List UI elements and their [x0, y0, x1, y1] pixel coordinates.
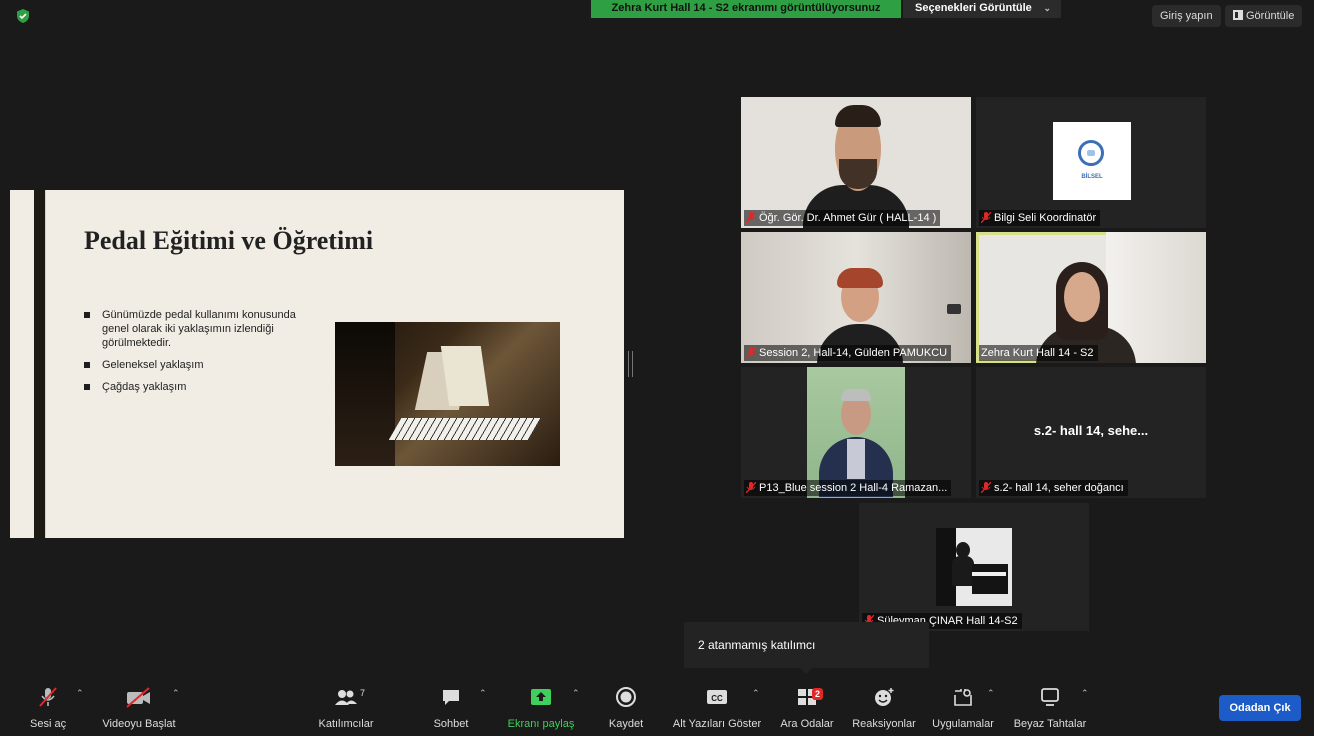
start-video-button[interactable]: Videoyu Başlat	[100, 686, 178, 730]
piano-image	[335, 322, 560, 466]
record-button[interactable]: Kaydet	[606, 686, 646, 730]
shared-screen-slide: Pedal Eğitimi ve Öğretimi Günümüzde peda…	[10, 190, 624, 538]
participants-icon	[335, 690, 357, 705]
mic-muted-icon	[39, 687, 57, 707]
breakout-rooms-button[interactable]: 2 Ara Odalar	[778, 686, 836, 730]
mic-muted-icon	[981, 212, 991, 223]
view-button[interactable]: Görüntüle	[1225, 5, 1303, 27]
breakout-badge: 2	[812, 688, 824, 700]
video-tile-ramazan[interactable]: P13_Blue session 2 Hall-4 Ramazan...	[741, 367, 971, 498]
sign-in-button[interactable]: Giriş yapın	[1152, 5, 1221, 27]
view-options-button[interactable]: Seçenekleri Görüntüle ⌄	[903, 0, 1061, 18]
shield-icon[interactable]	[16, 9, 30, 23]
participant-name: Session 2, Hall-14, Gülden PAMUKCU	[744, 345, 952, 361]
video-tile-seher[interactable]: s.2- hall 14, sehe... s.2- hall 14, sehe…	[976, 367, 1206, 498]
profile-picture	[936, 528, 1012, 606]
splitter-handle[interactable]	[628, 351, 633, 377]
record-icon	[616, 687, 636, 707]
apps-options-caret[interactable]: ⌃	[987, 688, 995, 699]
participant-name: s.2- hall 14, seher doğancı	[979, 480, 1128, 496]
share-screen-icon	[531, 689, 551, 705]
slide-divider	[45, 190, 46, 538]
unmute-button[interactable]: Sesi aç	[30, 686, 66, 730]
svg-text:CC: CC	[711, 694, 723, 703]
mic-muted-icon	[746, 482, 756, 493]
participant-display-name: s.2- hall 14, sehe...	[1033, 423, 1149, 438]
video-options-caret[interactable]: ⌃	[172, 688, 180, 699]
mic-muted-icon	[746, 212, 756, 223]
leave-room-button[interactable]: Odadan Çık	[1219, 695, 1301, 721]
show-captions-button[interactable]: CC Alt Yazıları Göster	[671, 686, 763, 730]
slide-accent-bar	[34, 190, 45, 538]
chat-icon	[443, 690, 459, 705]
video-tile-gulden[interactable]: Session 2, Hall-14, Gülden PAMUKCU	[741, 232, 971, 363]
chat-button[interactable]: Sohbet	[431, 686, 471, 730]
audio-options-caret[interactable]: ⌃	[76, 688, 84, 699]
slide-bullet: Çağdaş yaklaşım	[84, 380, 314, 394]
share-screen-button[interactable]: Ekranı paylaş	[506, 686, 576, 730]
participant-name: Zehra Kurt Hall 14 - S2	[979, 345, 1098, 361]
view-button-label: Görüntüle	[1246, 10, 1295, 22]
reactions-icon	[875, 688, 894, 706]
slide-title: Pedal Eğitimi ve Öğretimi	[84, 226, 374, 255]
chat-options-caret[interactable]: ⌃	[479, 688, 487, 699]
slide-bullet: Geleneksel yaklaşım	[84, 358, 314, 372]
mic-muted-icon	[981, 482, 991, 493]
zoom-meeting-window: Zehra Kurt Hall 14 - S2 ekranımı görüntü…	[0, 0, 1314, 736]
participant-name: Öğr. Gör. Dr. Ahmet Gür ( HALL-14 )	[744, 210, 941, 226]
video-tile-zehra[interactable]: Zehra Kurt Hall 14 - S2	[976, 232, 1206, 363]
view-options-label: Seçenekleri Görüntüle	[915, 2, 1032, 14]
participants-button[interactable]: 7 Katılımcılar	[316, 686, 376, 730]
video-tile-ahmet[interactable]: Öğr. Gör. Dr. Ahmet Gür ( HALL-14 )	[741, 97, 971, 228]
organization-logo: BİLSEL	[1053, 122, 1131, 200]
closed-captions-icon: CC	[707, 690, 727, 704]
video-off-icon	[126, 687, 150, 708]
reactions-button[interactable]: Reaksiyonlar	[851, 686, 917, 730]
captions-options-caret[interactable]: ⌃	[752, 688, 760, 699]
slide-bullet-list: Günümüzde pedal kullanımı konusunda gene…	[84, 308, 314, 402]
participant-name: Bilgi Seli Koordinatör	[979, 210, 1101, 226]
screen-share-banner: Zehra Kurt Hall 14 - S2 ekranımı görüntü…	[591, 0, 901, 18]
participant-name: P13_Blue session 2 Hall-4 Ramazan...	[744, 480, 952, 496]
chevron-down-icon: ⌄	[1043, 3, 1051, 13]
whiteboard-icon	[1041, 688, 1059, 706]
video-tile-suleyman[interactable]: Süleyman ÇINAR Hall 14-S2	[859, 503, 1089, 631]
share-options-caret[interactable]: ⌃	[572, 688, 580, 699]
mic-muted-icon	[746, 347, 756, 358]
participant-count: 7	[360, 688, 366, 698]
whiteboard-options-caret[interactable]: ⌃	[1081, 688, 1089, 699]
apps-icon	[954, 689, 972, 706]
video-tile-bilgi-seli[interactable]: BİLSEL Bilgi Seli Koordinatör	[976, 97, 1206, 228]
layout-icon	[1233, 10, 1243, 20]
slide-bullet: Günümüzde pedal kullanımı konusunda gene…	[84, 308, 314, 350]
breakout-tooltip: 2 atanmamış katılımcı	[684, 622, 929, 674]
meeting-toolbar: Sesi aç ⌃ Videoyu Başlat ⌃ 7 Katılımcıla…	[0, 680, 1314, 736]
whiteboards-button[interactable]: Beyaz Tahtalar	[1012, 686, 1088, 730]
